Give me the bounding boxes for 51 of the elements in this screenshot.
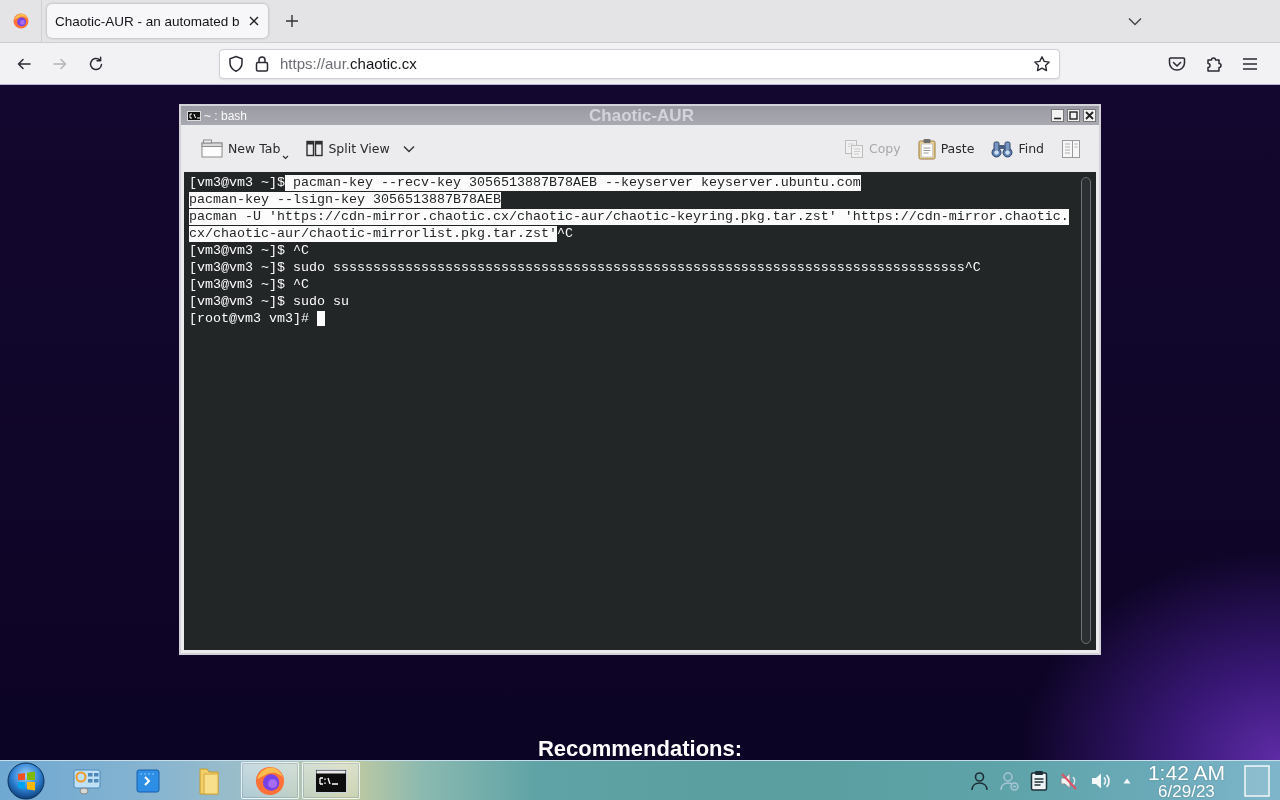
pouch-chevron-icon[interactable] bbox=[1168, 54, 1186, 73]
clipboard-icon bbox=[917, 137, 936, 160]
lock-icon bbox=[255, 55, 269, 72]
new-tab-button[interactable]: New Tab bbox=[196, 133, 295, 164]
arrow-box-icon bbox=[136, 767, 160, 794]
terminal-text: [vm3@vm3 ~]$ sudo su bbox=[189, 293, 349, 310]
user-icon[interactable] bbox=[969, 770, 989, 791]
terminal-text: [vm3@vm3 ~]$ bbox=[189, 174, 285, 191]
new-tab-plus-icon[interactable] bbox=[284, 14, 299, 28]
paste-button[interactable]: Paste bbox=[912, 133, 980, 164]
address-field[interactable]: https://aur.chaotic.cx bbox=[219, 48, 1060, 79]
copy-pages-icon bbox=[843, 138, 864, 159]
terminal-text: [vm3@vm3 ~]$ ^C bbox=[189, 242, 309, 259]
menu-icon[interactable] bbox=[1242, 56, 1258, 71]
folder-icon bbox=[198, 765, 220, 796]
sidebar-panel-icon bbox=[1061, 138, 1081, 159]
window-title: ~ : bash bbox=[204, 108, 248, 123]
dashboard-icon bbox=[72, 766, 102, 795]
split-view-button[interactable]: Split View bbox=[301, 133, 420, 164]
find-button[interactable]: Find bbox=[986, 133, 1049, 164]
taskbar-button[interactable] bbox=[302, 762, 360, 799]
browser-tab[interactable]: Chaotic-AUR - an automated b bbox=[47, 4, 268, 38]
scrollbar[interactable] bbox=[1081, 177, 1091, 644]
close-icon[interactable] bbox=[1083, 109, 1096, 122]
highlighted-text: pacman-key --recv-key 3056513887B78AEB --keyserver keyserver.ubuntu.com bbox=[285, 174, 861, 191]
clipboard-icon[interactable] bbox=[1029, 770, 1048, 791]
terminal-text: [vm3@vm3 ~]$ sudo sssssssssssssssssssssssssssssssssssssssssssssssssssssssssssssssssssssssssssssss^C bbox=[189, 259, 981, 276]
maximize-icon[interactable] bbox=[1067, 109, 1080, 122]
chevron-down-icon[interactable] bbox=[1128, 16, 1142, 26]
split-panes-icon bbox=[306, 140, 324, 157]
section-heading: Recommendations: bbox=[537, 738, 743, 760]
reload-icon bbox=[87, 54, 105, 73]
shield-icon bbox=[228, 54, 244, 73]
terminal-icon bbox=[315, 768, 347, 793]
highlighted-text: cx/chaotic-aur/chaotic-mirrorlist.pkg.tar.zst' bbox=[189, 225, 557, 242]
puzzle-piece-icon[interactable] bbox=[1205, 54, 1223, 73]
browser-logo-icon bbox=[255, 765, 285, 796]
highlighted-text: pacman -U 'https://cdn-mirror.chaotic.cx/chaotic-aur/chaotic-keyring.pkg.tar.zst' 'https://cdn-mirror.chaotic. bbox=[189, 208, 1069, 225]
terminal-text: [root@vm3 vm3]# bbox=[189, 310, 309, 327]
bookmark-star-icon[interactable] bbox=[1033, 54, 1051, 73]
muted-speaker-icon[interactable] bbox=[1058, 770, 1079, 791]
start-orb-icon bbox=[7, 761, 45, 800]
terminal-text: ^C bbox=[556, 225, 573, 242]
binoculars-icon bbox=[991, 138, 1014, 159]
highlighted-text: pacman-key --lsign-key 3056513887B78AEB bbox=[189, 191, 501, 208]
close-icon[interactable] bbox=[247, 15, 260, 27]
terminal-icon bbox=[187, 110, 201, 121]
minimize-icon[interactable] bbox=[1051, 109, 1064, 122]
tab-window-icon bbox=[201, 139, 223, 158]
terminal-text: [vm3@vm3 ~]$ ^C bbox=[189, 276, 309, 293]
browser-logo-icon[interactable] bbox=[12, 13, 29, 29]
